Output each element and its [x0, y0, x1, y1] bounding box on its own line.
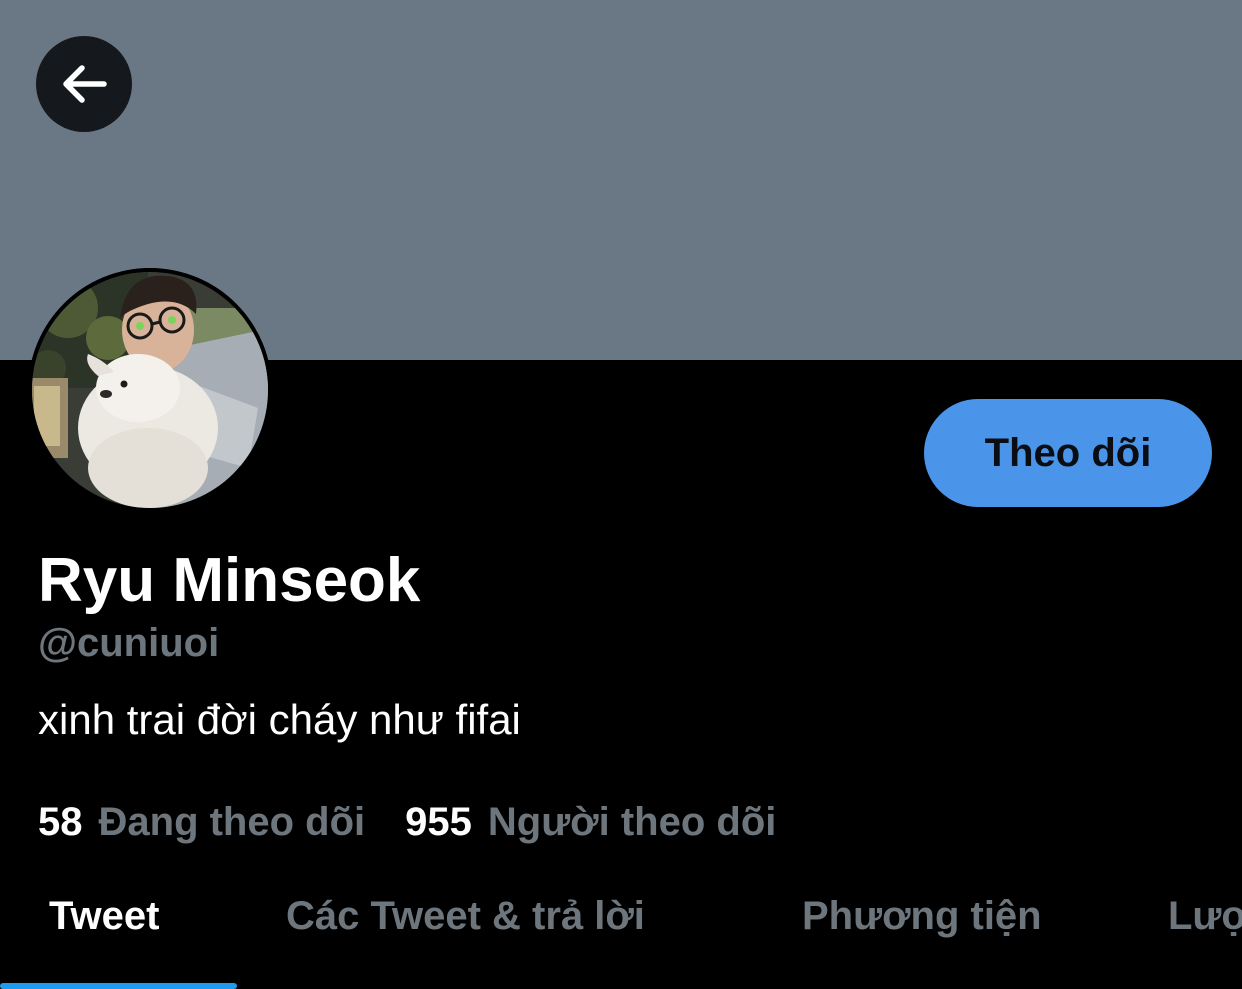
- display-name: Ryu Minseok: [38, 546, 421, 615]
- followers-count: 955: [405, 800, 472, 844]
- following-label: Đang theo dõi: [98, 800, 366, 844]
- active-tab-indicator: [0, 983, 237, 989]
- tab-likes[interactable]: Lượt thích: [1168, 892, 1242, 940]
- following-stat[interactable]: 58 Đang theo dõi: [38, 798, 365, 846]
- username-handle: @cuniuoi: [38, 621, 220, 665]
- profile-bio: xinh trai đời cháy như fifai: [38, 696, 521, 743]
- followers-label: Người theo dõi: [487, 800, 777, 844]
- following-count: 58: [38, 800, 83, 844]
- follow-stats: 58 Đang theo dõi 955 Người theo dõi: [38, 798, 776, 846]
- avatar-photo: [28, 268, 272, 512]
- tab-tweets[interactable]: Tweet: [49, 892, 159, 940]
- tab-tweets-and-replies[interactable]: Các Tweet & trả lời: [286, 892, 645, 940]
- avatar[interactable]: [28, 268, 272, 512]
- back-button[interactable]: [36, 36, 132, 132]
- tab-media[interactable]: Phương tiện: [802, 892, 1042, 940]
- follow-button[interactable]: Theo dõi: [924, 399, 1212, 507]
- profile-page: Theo dõi Ryu Minseok @cuniuoi xinh trai …: [0, 0, 1242, 989]
- arrow-left-icon: [63, 65, 107, 103]
- followers-stat[interactable]: 955 Người theo dõi: [405, 798, 776, 846]
- profile-tabs: Tweet Các Tweet & trả lời Phương tiện Lư…: [0, 870, 1242, 989]
